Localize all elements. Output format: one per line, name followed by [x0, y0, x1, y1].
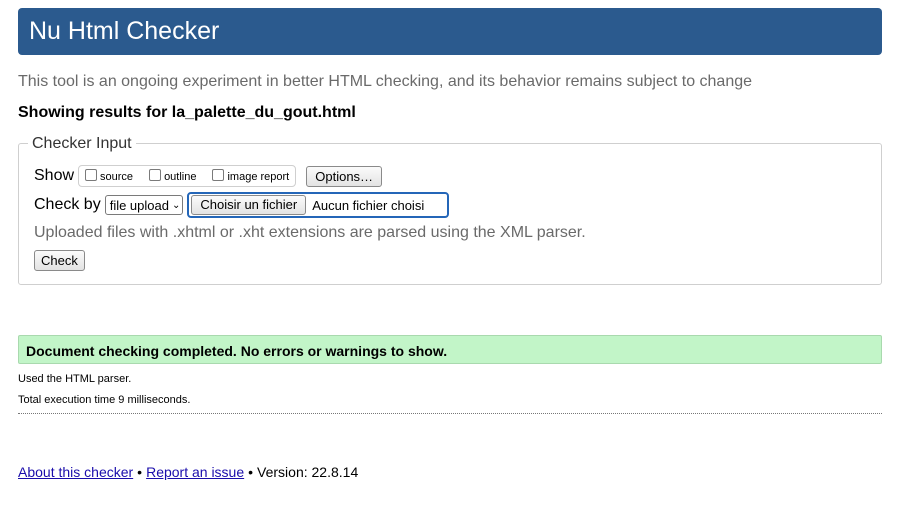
- file-upload-input[interactable]: Choisir un fichier Aucun fichier choisi: [187, 192, 450, 218]
- show-options-group: source outline image report: [78, 165, 297, 187]
- image-report-checkbox[interactable]: [212, 169, 225, 181]
- success-message: Document checking completed. No errors o…: [18, 335, 882, 364]
- check-button[interactable]: Check: [34, 250, 85, 271]
- intro-text: This tool is an ongoing experiment in be…: [18, 73, 753, 90]
- divider: [18, 413, 882, 414]
- options-button[interactable]: Options…: [306, 165, 383, 187]
- file-status-text: Aucun fichier choisi: [312, 197, 425, 213]
- check-by-selected-value: file upload: [109, 197, 169, 213]
- checker-input-legend: Checker Input: [28, 135, 136, 153]
- page: Nu Html Checker This tool is an ongoing …: [0, 0, 898, 513]
- parser-note: Uploaded files with .xhtml or .xht exten…: [34, 224, 586, 241]
- footer-separator: •: [137, 464, 143, 480]
- footer: About this checker • Report an issue • Versi…: [18, 464, 358, 480]
- result-details: Used the HTML parser. Total execution ti…: [18, 373, 882, 415]
- source-checkbox[interactable]: [85, 169, 98, 181]
- outline-checkbox-label: outline: [164, 171, 197, 183]
- checker-input-fieldset: Checker Input Show source outline image …: [18, 135, 882, 285]
- choose-file-button[interactable]: Choisir un fichier: [191, 195, 307, 215]
- check-by-row: Check by file upload ⌄ Choisir un fichie…: [34, 192, 450, 218]
- show-outline-option[interactable]: outline: [147, 169, 196, 183]
- page-title: Nu Html Checker: [29, 17, 220, 45]
- header-banner: Nu Html Checker: [18, 8, 882, 55]
- check-by-select[interactable]: file upload ⌄: [104, 195, 184, 215]
- show-image-report-option[interactable]: image report: [210, 169, 289, 183]
- image-report-checkbox-label: image report: [227, 171, 290, 183]
- chevron-down-icon: ⌄: [171, 199, 181, 211]
- version-text: Version: 22.8.14: [257, 464, 359, 480]
- execution-time-text: Total execution time 9 milliseconds.: [18, 394, 191, 406]
- show-label: Show: [34, 167, 75, 184]
- show-source-option[interactable]: source: [83, 169, 133, 183]
- parser-used-text: Used the HTML parser.: [18, 373, 132, 385]
- check-by-label: Check by: [34, 196, 101, 213]
- report-issue-link[interactable]: Report an issue: [146, 464, 244, 480]
- footer-separator: •: [248, 464, 254, 480]
- showing-results-heading: Showing results for la_palette_du_gout.h…: [18, 104, 356, 121]
- source-checkbox-label: source: [100, 171, 134, 183]
- outline-checkbox[interactable]: [149, 169, 162, 181]
- about-checker-link[interactable]: About this checker: [18, 464, 133, 480]
- check-button-wrapper: Check: [34, 250, 85, 271]
- show-row: Show source outline image report Options…: [34, 165, 383, 187]
